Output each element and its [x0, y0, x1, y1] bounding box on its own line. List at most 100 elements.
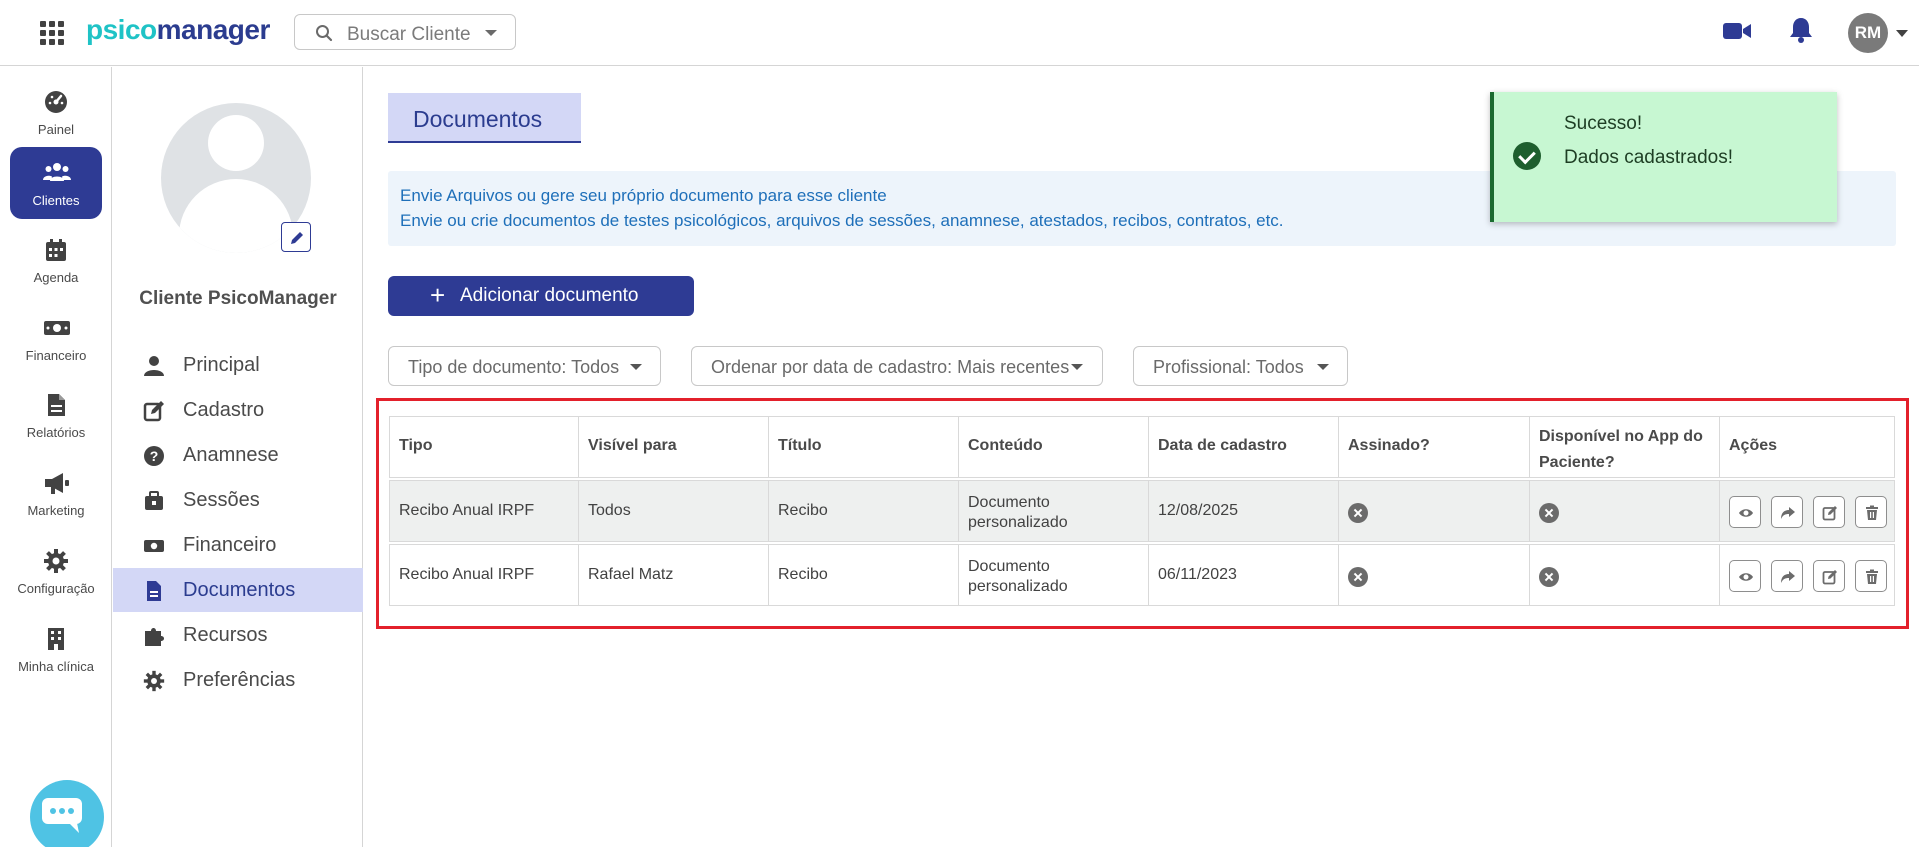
client-menu-documentos[interactable]: Documentos — [113, 568, 363, 612]
edit-icon — [1822, 570, 1837, 585]
cell-titulo: Recibo — [778, 566, 828, 583]
rail-item-marketing[interactable]: Marketing — [10, 457, 102, 529]
cell-visivel: Todos — [588, 502, 631, 519]
column-header-visivel: Visível para — [588, 437, 677, 454]
view-button[interactable] — [1729, 496, 1761, 528]
add-document-button[interactable]: + Adicionar documento — [388, 276, 694, 316]
delete-button[interactable] — [1855, 560, 1887, 592]
filter-label: Ordenar por data de cadastro: Mais recen… — [711, 357, 1070, 377]
share-icon — [1781, 507, 1795, 519]
client-menu-label: Documentos — [183, 579, 296, 601]
eye-icon — [1739, 509, 1753, 517]
pencil-icon — [291, 232, 303, 244]
money-icon — [44, 321, 70, 335]
rail-item-financeiro[interactable]: Financeiro — [10, 302, 102, 374]
success-toast[interactable]: Sucesso! Dados cadastrados! — [1490, 92, 1837, 222]
client-menu-financeiro[interactable]: Financeiro — [113, 523, 363, 567]
column-header-conteudo: Conteúdo — [968, 437, 1043, 454]
filter-label: Tipo de documento: Todos — [408, 357, 620, 377]
rail-item-agenda[interactable]: Agenda — [10, 224, 102, 296]
cell-tipo: Recibo Anual IRPF — [399, 566, 535, 583]
client-menu-recursos[interactable]: Recursos — [113, 613, 363, 657]
plus-icon: + — [430, 280, 446, 310]
puzzle-icon — [145, 628, 164, 646]
building-icon — [48, 628, 64, 650]
logo[interactable]: psicomanager — [86, 14, 270, 46]
edit-button[interactable] — [1813, 560, 1845, 592]
filter-sort-order[interactable]: Ordenar por data de cadastro: Mais recen… — [691, 346, 1103, 386]
table-cell: Documento personalizado — [959, 545, 1149, 605]
chat-support-button[interactable] — [30, 780, 104, 847]
share-button[interactable] — [1771, 560, 1803, 592]
filter-label: Profissional: Todos — [1153, 357, 1304, 377]
not-available-icon — [1539, 567, 1559, 587]
user-avatar[interactable]: RM — [1848, 13, 1888, 53]
table-cell: Recibo — [769, 545, 959, 605]
chevron-down-icon[interactable] — [1896, 30, 1908, 37]
left-rail-nav: Painel Clientes Agenda Financeiro Relató… — [0, 67, 112, 847]
rail-item-minha-clinica[interactable]: Minha clínica — [10, 613, 102, 685]
table-cell: Recibo Anual IRPF — [390, 481, 579, 541]
cell-titulo: Recibo — [778, 502, 828, 519]
client-menu-anamnese[interactable]: ? Anamnese — [113, 433, 363, 477]
cell-conteudo: Documento personalizado — [968, 558, 1068, 595]
table-cell — [1530, 545, 1720, 605]
client-menu-cadastro[interactable]: Cadastro — [113, 388, 363, 432]
filter-professional[interactable]: Profissional: Todos — [1133, 346, 1348, 386]
table-cell — [1530, 481, 1720, 541]
apps-grid-icon[interactable] — [40, 21, 64, 45]
table-cell — [1339, 481, 1530, 541]
svg-text:?: ? — [150, 448, 159, 464]
user-icon — [144, 356, 164, 376]
client-panel: Cliente PsicoManager Principal Cadastro … — [113, 67, 363, 847]
column-header-data: Data de cadastro — [1158, 437, 1287, 454]
column-header-disponivel: Disponível no App do Paciente? — [1539, 428, 1703, 471]
report-icon — [48, 394, 65, 416]
client-menu-sessoes[interactable]: Sessões — [113, 478, 363, 522]
delete-button[interactable] — [1855, 496, 1887, 528]
rail-item-clientes[interactable]: Clientes — [10, 147, 102, 219]
view-button[interactable] — [1729, 560, 1761, 592]
edit-photo-button[interactable] — [281, 222, 311, 252]
gear-icon — [44, 549, 68, 573]
client-menu-label: Principal — [183, 354, 260, 376]
table-header-cell: Assinado? — [1339, 417, 1530, 477]
logo-part-psico: psico — [86, 14, 157, 45]
client-menu-preferencias[interactable]: Preferências — [113, 658, 363, 702]
not-available-icon — [1539, 503, 1559, 523]
rail-item-configuracao[interactable]: Configuração — [10, 535, 102, 607]
rail-item-relatorios[interactable]: Relatórios — [10, 379, 102, 451]
document-icon — [147, 581, 161, 601]
rail-item-label: Marketing — [27, 503, 85, 518]
client-menu-label: Cadastro — [183, 399, 265, 421]
table-cell: 12/08/2025 — [1149, 481, 1339, 541]
trash-icon — [1866, 569, 1878, 584]
edit-button[interactable] — [1813, 496, 1845, 528]
video-camera-icon[interactable] — [1722, 20, 1752, 42]
question-icon: ? — [144, 446, 164, 466]
table-header-cell: Tipo — [390, 417, 579, 477]
table-row[interactable]: Recibo Anual IRPF Todos Recibo Documento… — [389, 480, 1895, 542]
rail-item-painel[interactable]: Painel — [10, 76, 102, 148]
cell-visivel: Rafael Matz — [588, 566, 674, 583]
client-menu-principal[interactable]: Principal — [113, 343, 363, 387]
search-placeholder: Buscar Cliente — [347, 24, 471, 45]
eye-icon — [1739, 573, 1753, 581]
edit-icon — [143, 401, 164, 422]
column-header-titulo: Título — [778, 437, 822, 454]
info-text-line-2: Envie ou crie documentos de testes psico… — [400, 211, 1284, 230]
chevron-down-icon — [1317, 364, 1329, 370]
table-header: Tipo Visível para Título Conteúdo Data d… — [389, 416, 1895, 478]
filter-document-type[interactable]: Tipo de documento: Todos — [388, 346, 661, 386]
bell-icon[interactable] — [1789, 16, 1813, 44]
cell-tipo: Recibo Anual IRPF — [399, 502, 535, 519]
money-icon — [144, 540, 164, 552]
table-cell — [1339, 545, 1530, 605]
search-client-input[interactable]: Buscar Cliente — [294, 14, 516, 50]
avatar-placeholder-body — [179, 179, 293, 253]
rail-item-label: Configuração — [17, 581, 95, 596]
share-button[interactable] — [1771, 496, 1803, 528]
column-header-assinado: Assinado? — [1348, 437, 1430, 454]
chevron-down-icon — [1071, 364, 1083, 370]
table-row[interactable]: Recibo Anual IRPF Rafael Matz Recibo Doc… — [389, 544, 1895, 606]
